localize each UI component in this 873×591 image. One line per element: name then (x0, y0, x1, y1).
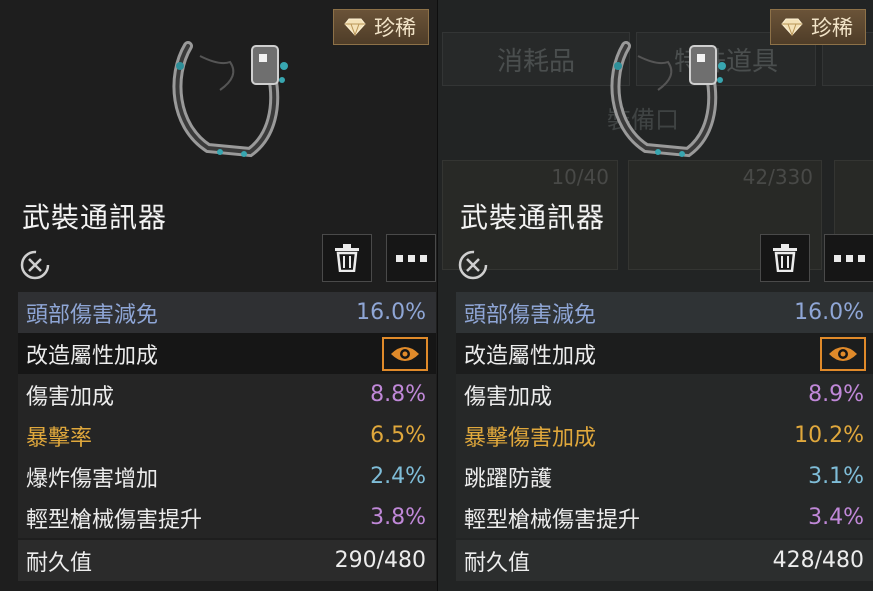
card-count: 42/330 (742, 165, 813, 189)
stat-row: 暴擊傷害加成 10.2% (456, 415, 873, 456)
stat-row: 暴擊率 6.5% (18, 415, 436, 456)
card-count: 10/40 (551, 165, 609, 189)
stats-list: 頭部傷害減免 16.0% 改造屬性加成 傷害加成 8.9% 暴擊傷害加成 10.… (456, 292, 873, 581)
view-mod-button[interactable] (820, 336, 866, 371)
stat-label: 暴擊率 (26, 425, 93, 451)
more-icon (395, 254, 427, 262)
delete-button[interactable] (322, 234, 372, 282)
stat-value: 10.2% (794, 423, 864, 448)
eye-icon (829, 346, 857, 361)
stat-value: 16.0% (794, 300, 864, 325)
stat-label: 傷害加成 (464, 384, 553, 410)
untradeable-icon (20, 250, 50, 280)
stat-label: 暴擊傷害加成 (464, 425, 597, 451)
durability-label: 耐久值 (464, 550, 531, 576)
delete-button[interactable] (760, 234, 810, 282)
stat-label: 輕型槍械傷害提升 (464, 507, 641, 533)
eye-icon (391, 346, 419, 361)
trash-icon (335, 244, 359, 272)
comm-device-image (610, 41, 726, 158)
stat-value: 8.9% (808, 382, 864, 407)
item-tooltip-right: 消耗品 特殊道具 裝備口 10/40 42/330 珍稀 武裝通訊器 頭部傷害減… (437, 0, 873, 591)
gem-icon (344, 18, 366, 36)
gem-icon (781, 18, 803, 36)
stat-row: 頭部傷害減免 16.0% (456, 292, 873, 333)
stat-label: 輕型槍械傷害提升 (26, 507, 203, 533)
comm-device-image (172, 41, 288, 158)
stat-row: 跳躍防護 3.1% (456, 456, 873, 497)
rarity-label: 珍稀 (811, 16, 853, 40)
stat-value: 3.4% (808, 505, 864, 530)
item-tooltip-left: 珍稀 武裝通訊器 頭部傷害減免 16.0% 改造屬性加成 傷害加成 8.8% 暴… (0, 0, 437, 591)
stat-label: 爆炸傷害增加 (26, 466, 159, 492)
stat-label: 頭部傷害減免 (26, 302, 159, 328)
durability-row: 耐久值 428/480 (456, 540, 873, 581)
more-options-button[interactable] (386, 234, 436, 282)
stat-row: 傷害加成 8.8% (18, 374, 436, 415)
stat-label: 改造屬性加成 (26, 343, 159, 369)
stat-label: 改造屬性加成 (464, 343, 597, 369)
durability-value: 428/480 (772, 548, 864, 573)
stats-list: 頭部傷害減免 16.0% 改造屬性加成 傷害加成 8.8% 暴擊率 6.5% 爆… (18, 292, 436, 581)
more-icon (833, 254, 865, 262)
view-mod-button[interactable] (382, 336, 428, 371)
stat-value: 3.8% (370, 505, 426, 530)
stat-label: 傷害加成 (26, 384, 115, 410)
durability-row: 耐久值 290/480 (18, 540, 436, 581)
stat-value: 16.0% (356, 300, 426, 325)
stat-value: 2.4% (370, 464, 426, 489)
stat-value: 3.1% (808, 464, 864, 489)
stat-label: 跳躍防護 (464, 466, 553, 492)
stat-value: 8.8% (370, 382, 426, 407)
stat-row: 爆炸傷害增加 2.4% (18, 456, 436, 497)
stat-row: 頭部傷害減免 16.0% (18, 292, 436, 333)
durability-label: 耐久值 (26, 550, 93, 576)
rarity-badge: 珍稀 (770, 9, 866, 45)
untradeable-icon (458, 250, 488, 280)
stat-value: 6.5% (370, 423, 426, 448)
stat-row: 輕型槍械傷害提升 3.8% (18, 497, 436, 538)
trash-icon (773, 244, 797, 272)
item-name: 武裝通訊器 (460, 201, 606, 234)
rarity-badge: 珍稀 (333, 9, 429, 45)
stat-label: 頭部傷害減免 (464, 302, 597, 328)
stat-row: 改造屬性加成 (18, 333, 436, 374)
stat-row: 改造屬性加成 (456, 333, 873, 374)
item-name: 武裝通訊器 (22, 201, 168, 234)
more-options-button[interactable] (824, 234, 873, 282)
stat-row: 輕型槍械傷害提升 3.4% (456, 497, 873, 538)
durability-value: 290/480 (334, 548, 426, 573)
rarity-label: 珍稀 (374, 16, 416, 40)
stat-row: 傷害加成 8.9% (456, 374, 873, 415)
